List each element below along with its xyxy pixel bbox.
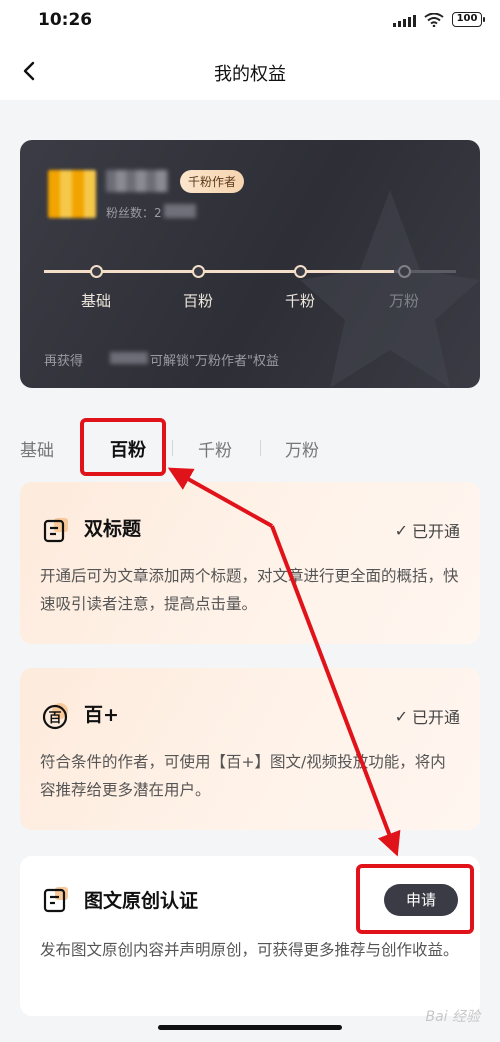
unlock-hint-prefix: 再获得: [44, 354, 84, 369]
level-label-thousand: 千粉: [284, 292, 315, 310]
tab-basic[interactable]: 基础: [20, 436, 54, 461]
check-icon: ✓: [394, 520, 408, 540]
unlock-hint-blurred: [110, 352, 148, 364]
level-label-ten-thousand: 万粉: [388, 292, 419, 310]
level-label-basic: 基础: [80, 292, 111, 310]
watermark-logo: Bai 经验: [425, 1009, 480, 1025]
status-time: 10:26: [38, 10, 93, 30]
feature-card-bai-plus: 百 百+ ✓ 已开通 符合条件的作者，可使用【百+】图文/视频投放功能，将内容推…: [20, 668, 480, 830]
unlock-hint-suffix: 可解锁"万粉作者"权益: [150, 354, 279, 369]
original-cert-icon: [43, 887, 68, 913]
username-blurred: [106, 170, 168, 192]
feature-description: 发布图文原创内容并声明原创，可获得更多推荐与创作收益。: [40, 941, 459, 959]
battery-icon: 100: [452, 12, 485, 27]
check-icon: ✓: [394, 706, 408, 726]
feature-status: ✓ 已开通: [394, 520, 460, 542]
level-dot-basic: [90, 265, 103, 278]
nav-bar: 我的权益: [0, 44, 500, 100]
feature-title: 百+: [84, 704, 119, 726]
wifi-icon: [424, 12, 444, 27]
feature-status: ✓ 已开通: [394, 706, 460, 728]
tab-divider: [172, 440, 173, 456]
feature-title: 图文原创认证: [84, 890, 199, 912]
tab-divider: [260, 440, 261, 456]
feature-card-double-title: 双标题 ✓ 已开通 开通后可为文章添加两个标题，对文章进行更全面的概括，快速吸引…: [20, 482, 480, 644]
level-dot-ten-thousand: [398, 265, 411, 278]
feature-title: 双标题: [84, 518, 142, 540]
home-indicator: [158, 1025, 342, 1030]
bai-plus-icon: 百: [42, 703, 68, 730]
status-icons: 100: [393, 12, 485, 27]
fans-count-blurred: [164, 204, 196, 218]
level-tabs: 基础 百粉 千粉 万粉: [0, 424, 500, 470]
level-label-hundred: 百粉: [182, 292, 213, 310]
avatar: [48, 170, 96, 218]
tab-thousand[interactable]: 千粉: [198, 436, 232, 461]
signal-icon: [393, 13, 416, 27]
fans-count-label: 粉丝数：2: [106, 206, 162, 220]
author-level-badge: 千粉作者: [180, 170, 245, 193]
svg-text:百: 百: [48, 711, 61, 726]
annotation-box-apply: [356, 864, 474, 934]
feature-description: 符合条件的作者，可使用【百+】图文/视频投放功能，将内容推荐给更多潜在用户。: [40, 753, 446, 799]
annotation-box-tab: [80, 418, 166, 476]
level-dot-hundred: [192, 265, 205, 278]
page-title: 我的权益: [214, 64, 286, 85]
level-dot-thousand: [294, 265, 307, 278]
tab-ten-thousand[interactable]: 万粉: [285, 436, 319, 461]
status-bar: 10:26 100: [0, 0, 500, 44]
level-progress-track: [44, 270, 456, 273]
level-card: 千粉作者 粉丝数：2 基础 百粉 千粉 万粉 再获得 可解锁"万粉作者"权益: [20, 140, 480, 388]
double-title-icon: [43, 518, 68, 543]
feature-description: 开通后可为文章添加两个标题，对文章进行更全面的概括，快速吸引读者注意，提高点击量…: [40, 567, 459, 613]
